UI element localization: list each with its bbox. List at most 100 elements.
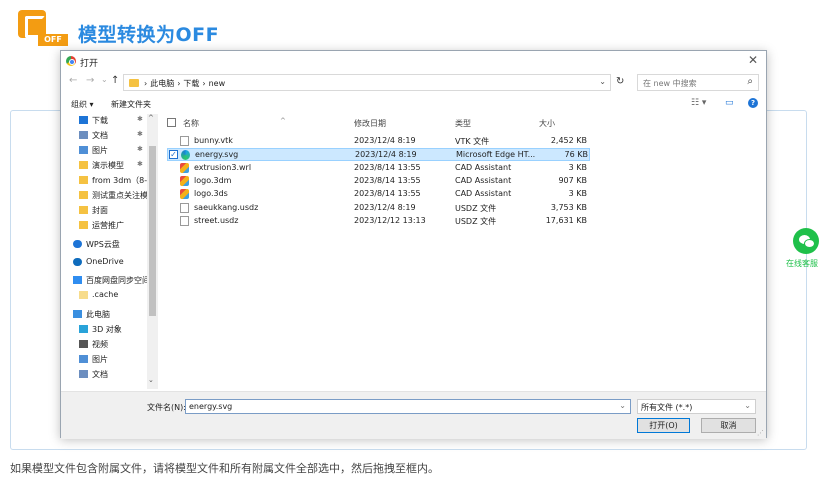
sidebar-item[interactable]: 演示模型 ✱ [61, 159, 158, 173]
logo-badge: OFF [38, 34, 68, 46]
sidebar-item[interactable]: 此电脑 [61, 308, 158, 322]
file-row[interactable]: extrusion3.wrl 2023/8/14 13:55 CAD Assista… [167, 162, 590, 175]
pin-icon[interactable]: ✱ [137, 160, 143, 168]
navigation-scrollbar[interactable]: ^ ⌄ [147, 114, 158, 389]
file-row[interactable]: ✓ energy.svg 2023/12/4 8:19 Microsoft Edge … [167, 148, 590, 162]
wechat-chat-icon[interactable] [793, 228, 819, 254]
download-icon [79, 116, 88, 124]
pictures-icon [79, 355, 88, 363]
help-icon[interactable]: ? [748, 98, 758, 108]
view-options-icon[interactable]: ☷ ▾ [691, 98, 706, 108]
sidebar-item[interactable]: 封面 [61, 204, 158, 218]
sidebar-item-label: 文档 [92, 370, 108, 379]
back-arrow-icon[interactable]: ← [69, 75, 77, 86]
up-arrow-icon[interactable]: ↑ [111, 75, 119, 86]
sidebar-item[interactable]: 视频 [61, 338, 158, 352]
sidebar-item[interactable]: 运营推广 [61, 219, 158, 233]
column-header-date[interactable]: 修改日期 [354, 118, 386, 129]
breadcrumb-new[interactable]: new [209, 79, 226, 88]
sidebar-item[interactable]: 测试重点关注模型 [61, 189, 158, 203]
sidebar-item[interactable]: 百度网盘同步空间 [61, 274, 158, 288]
sidebar-item[interactable]: OneDrive [61, 256, 158, 270]
refresh-icon[interactable]: ↻ [616, 76, 624, 87]
new-folder-button[interactable]: 新建文件夹 [111, 99, 151, 110]
file-type: CAD Assistant [455, 189, 512, 199]
sidebar-item-label: 百度网盘同步空间 [86, 276, 150, 285]
file-date: 2023/12/4 8:19 [355, 150, 417, 160]
forward-arrow-icon[interactable]: → [86, 75, 94, 86]
filetype-value: 所有文件 (*.*) [641, 403, 693, 412]
file-name: street.usdz [194, 215, 239, 225]
filename-input[interactable]: energy.svg ⌄ [185, 399, 631, 414]
sidebar-item[interactable]: 文档 ✱ [61, 129, 158, 143]
pin-icon[interactable]: ✱ [137, 115, 143, 123]
sidebar-item-label: 此电脑 [86, 310, 110, 319]
search-placeholder: 在 new 中搜索 [643, 79, 697, 88]
pin-icon[interactable]: ✱ [137, 130, 143, 138]
app-logo: OFF [18, 10, 70, 46]
page-title: 模型转换为OFF [78, 24, 220, 46]
open-button[interactable]: 打开(O) [637, 418, 690, 433]
scroll-thumb[interactable] [149, 146, 156, 316]
breadcrumb-separator[interactable]: › [177, 79, 180, 88]
cloud-icon [73, 240, 82, 248]
filename-label: 文件名(N): [147, 403, 186, 412]
select-all-checkbox[interactable] [167, 118, 176, 127]
cad-assistant-icon [180, 175, 189, 186]
file-row[interactable]: saeukkang.usdz 2023/12/4 8:19 USDZ 文件 3,753… [167, 202, 590, 215]
search-input[interactable]: 在 new 中搜索 ⌕ [637, 74, 759, 91]
file-row[interactable]: street.usdz 2023/12/12 13:13 USDZ 文件 17,631… [167, 215, 590, 228]
pictures-icon [79, 146, 88, 154]
organize-menu[interactable]: 组织 ▾ [71, 99, 94, 110]
file-row[interactable]: logo.3ds 2023/8/14 13:55 CAD Assistant 3 KB [167, 188, 590, 201]
online-support-label[interactable]: 在线客服 [786, 258, 818, 269]
column-header-name[interactable]: 名称 ^ [183, 117, 286, 129]
filetype-select[interactable]: 所有文件 (*.*) ⌄ [637, 399, 756, 414]
close-icon[interactable]: ✕ [746, 53, 760, 67]
address-bar[interactable]: › 此电脑 › 下载 › new ⌄ [123, 74, 611, 91]
breadcrumb-separator[interactable]: › [202, 79, 205, 88]
file-size: 2,452 KB [550, 136, 587, 145]
sidebar-item[interactable]: .cache [61, 289, 158, 303]
scroll-down-icon[interactable]: ⌄ [148, 376, 154, 384]
command-bar: 组织 ▾ 新建文件夹 ☷ ▾ ▭ ? [61, 95, 766, 113]
sidebar-item[interactable]: 图片 ✱ [61, 144, 158, 158]
preview-pane-icon[interactable]: ▭ [725, 98, 734, 108]
scroll-up-icon[interactable]: ^ [148, 114, 154, 122]
column-header-type[interactable]: 类型 [455, 118, 471, 129]
baidu-icon [73, 276, 82, 284]
file-row[interactable]: bunny.vtk 2023/12/4 8:19 VTK 文件 2,452 KB [167, 135, 590, 148]
edge-browser-icon [181, 150, 190, 161]
filename-dropdown-icon[interactable]: ⌄ [619, 401, 626, 410]
address-dropdown-icon[interactable]: ⌄ [599, 77, 606, 86]
breadcrumb-this-pc[interactable]: 此电脑 [150, 79, 174, 88]
dialog-titlebar[interactable]: 打开 ✕ [61, 51, 766, 71]
column-header-size[interactable]: 大小 [539, 118, 555, 129]
recent-locations-dropdown-icon[interactable]: ⌄ [101, 75, 108, 84]
this-pc-icon [73, 310, 82, 318]
file-row[interactable]: logo.3dm 2023/8/14 13:55 CAD Assistant 907 … [167, 175, 590, 188]
sidebar-item-label: 视频 [92, 340, 108, 349]
file-name: logo.3dm [194, 175, 232, 185]
folder-icon [79, 221, 88, 229]
sidebar-item[interactable]: WPS云盘 [61, 238, 158, 252]
cancel-button[interactable]: 取消 [701, 418, 756, 433]
filetype-dropdown-icon[interactable]: ⌄ [744, 401, 751, 410]
sidebar-item[interactable]: 3D 对象 [61, 323, 158, 337]
file-size: 76 KB [564, 150, 588, 160]
file-name: logo.3ds [194, 189, 228, 199]
sidebar-item[interactable]: 文档 [61, 368, 158, 382]
row-checkbox[interactable]: ✓ [169, 150, 178, 160]
resize-grip-icon[interactable]: ⋰ [757, 429, 764, 437]
pin-icon[interactable]: ✱ [137, 145, 143, 153]
onedrive-icon [73, 258, 82, 266]
breadcrumb-separator[interactable]: › [144, 79, 147, 88]
file-date: 2023/12/4 8:19 [354, 202, 416, 212]
sidebar-item[interactable]: from 3dm（8-8 [61, 174, 158, 188]
sidebar-item[interactable]: 图片 [61, 353, 158, 367]
breadcrumb-downloads[interactable]: 下载 [183, 79, 199, 88]
sidebar-item[interactable]: 下载 ✱ [61, 114, 158, 128]
search-icon[interactable]: ⌕ [747, 76, 753, 87]
sidebar-item-label: 3D 对象 [92, 325, 122, 334]
document-icon [180, 202, 189, 213]
